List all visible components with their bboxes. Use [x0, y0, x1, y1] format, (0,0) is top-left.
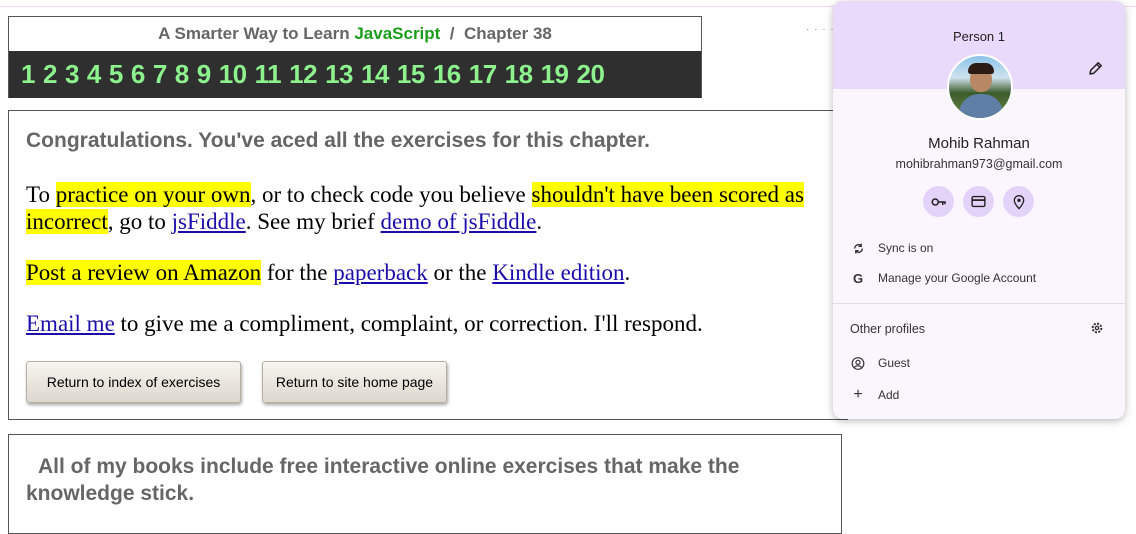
gear-icon[interactable] — [1089, 320, 1105, 336]
exercise-link-8[interactable]: 8 — [175, 59, 189, 90]
text-fragment: to give me a compliment, complaint, or c… — [114, 311, 703, 336]
location-pin-icon — [1013, 194, 1024, 210]
profile-name: Mohib Rahman — [928, 135, 1030, 152]
exercise-link-3[interactable]: 3 — [65, 59, 79, 90]
profile-email: mohibrahman973@gmail.com — [895, 157, 1063, 171]
guest-profile-item[interactable]: Guest — [833, 350, 1125, 376]
text-fragment: , go to — [107, 209, 172, 234]
person-circle-icon — [851, 356, 865, 370]
kindle-edition-link[interactable]: Kindle edition — [492, 260, 624, 285]
exercise-link-2[interactable]: 2 — [43, 59, 57, 90]
avatar-shirt — [959, 94, 1003, 118]
text-fragment: for the — [261, 260, 334, 285]
text-fragment: . — [536, 209, 543, 234]
return-to-index-button[interactable]: Return to index of exercises — [26, 361, 241, 403]
congrats-panel: Congratulations. You've aced all the exe… — [8, 110, 848, 420]
text-fragment: , or to check code you believe — [250, 182, 532, 207]
exercise-link-14[interactable]: 14 — [361, 59, 389, 90]
books-panel: All of my books include free interactive… — [8, 434, 842, 534]
add-label: Add — [878, 388, 900, 402]
exercise-link-18[interactable]: 18 — [505, 59, 533, 90]
text-fragment: or the — [427, 260, 493, 285]
google-g-icon: G — [852, 270, 864, 286]
practice-paragraph: To practice on your own, or to check cod… — [26, 181, 826, 235]
add-profile-item[interactable]: + Add — [833, 382, 1125, 408]
jsfiddle-demo-link[interactable]: demo of jsFiddle — [381, 209, 537, 234]
text-fragment: To — [26, 182, 56, 207]
email-paragraph: Email me to give me a compliment, compla… — [26, 310, 826, 337]
addresses-button[interactable] — [1003, 186, 1034, 217]
text-fragment: . — [624, 260, 631, 285]
menu-divider — [833, 303, 1125, 304]
exercise-number-bar: 1 2 3 4 5 6 7 8 9 10 11 12 13 14 15 16 1… — [9, 51, 701, 98]
other-profiles-heading: Other profiles — [850, 322, 926, 336]
exercise-link-11[interactable]: 11 — [255, 59, 282, 90]
key-icon — [931, 197, 946, 206]
exercise-link-20[interactable]: 20 — [577, 59, 605, 90]
exercise-link-5[interactable]: 5 — [109, 59, 123, 90]
sync-icon — [851, 241, 865, 255]
exercise-link-13[interactable]: 13 — [325, 59, 353, 90]
plus-icon: + — [853, 386, 863, 403]
sync-status-label: Sync is on — [878, 241, 934, 255]
text-fragment: . See my brief — [245, 209, 381, 234]
exercise-link-4[interactable]: 4 — [87, 59, 101, 90]
avatar[interactable] — [947, 54, 1013, 120]
exercise-link-15[interactable]: 15 — [397, 59, 425, 90]
chapter-label: Chapter 38 — [464, 24, 552, 43]
chapter-title: A Smarter Way to Learn JavaScript / Chap… — [9, 17, 701, 51]
chapter-header: A Smarter Way to Learn JavaScript / Chap… — [8, 16, 702, 98]
congrats-heading: Congratulations. You've aced all the exe… — [26, 129, 650, 152]
exercise-link-12[interactable]: 12 — [289, 59, 317, 90]
paperback-link[interactable]: paperback — [333, 260, 428, 285]
manage-account-label: Manage your Google Account — [878, 271, 1037, 285]
edit-pencil-icon[interactable] — [1087, 59, 1105, 77]
book-title-prefix: A Smarter Way to Learn — [158, 24, 350, 43]
manage-account-item[interactable]: G Manage your Google Account — [833, 265, 1125, 291]
exercise-link-16[interactable]: 16 — [433, 59, 461, 90]
exercise-link-17[interactable]: 17 — [469, 59, 497, 90]
credit-card-icon — [971, 195, 986, 208]
payment-methods-button[interactable] — [963, 186, 994, 217]
avatar-hair — [968, 63, 994, 74]
highlight-practice: practice on your own — [55, 182, 251, 207]
profile-label: Person 1 — [952, 29, 1006, 44]
return-to-home-button[interactable]: Return to site home page — [262, 361, 447, 403]
dotted-divider: · · · · — [806, 24, 835, 35]
sync-status-item[interactable]: Sync is on — [833, 235, 1125, 261]
passwords-button[interactable] — [923, 186, 954, 217]
exercise-link-1[interactable]: 1 — [21, 59, 35, 90]
exercise-link-19[interactable]: 19 — [541, 59, 569, 90]
jsfiddle-link[interactable]: jsFiddle — [172, 209, 246, 234]
exercise-link-6[interactable]: 6 — [131, 59, 145, 90]
exercise-link-9[interactable]: 9 — [197, 59, 211, 90]
exercise-link-7[interactable]: 7 — [153, 59, 167, 90]
books-promo-text: All of my books include free interactive… — [26, 455, 740, 505]
exercise-link-10[interactable]: 10 — [219, 59, 247, 90]
email-me-link[interactable]: Email me — [26, 311, 115, 336]
review-paragraph: Post a review on Amazon for the paperbac… — [26, 259, 826, 286]
guest-label: Guest — [878, 356, 911, 370]
book-title-brand: JavaScript — [354, 24, 441, 43]
highlight-review: Post a review on Amazon — [26, 260, 262, 285]
profile-menu: Person 1 Mohib Rahman mohibrahman973@gma… — [833, 1, 1125, 419]
